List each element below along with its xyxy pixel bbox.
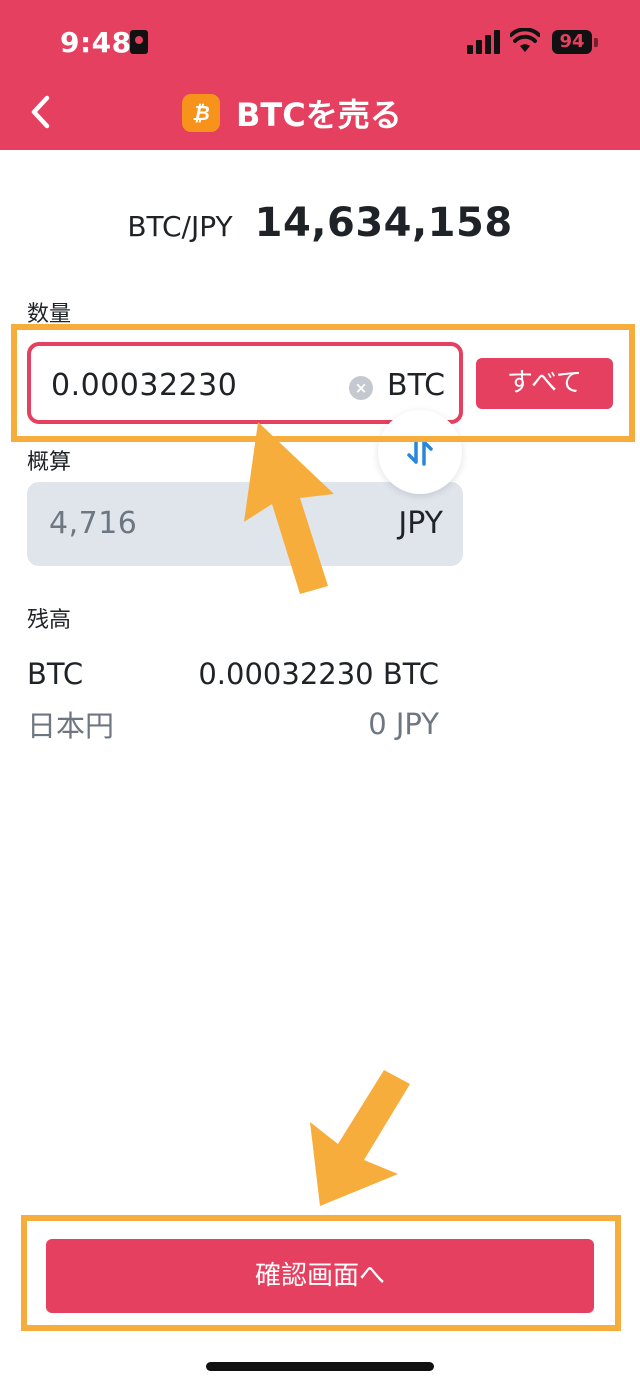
balance-row-btc: BTC 0.00032230 BTC (27, 654, 439, 694)
header-title-group: ₿ BTCを売る (182, 93, 402, 134)
cellular-signal-icon (467, 30, 501, 54)
balance-row-jpy: 日本円 0 JPY (27, 704, 439, 744)
balance-name: 日本円 (27, 709, 115, 743)
estimate-unit: JPY (398, 506, 443, 541)
highlight-box-confirm (21, 1215, 621, 1331)
balance-amount: 0 JPY (368, 707, 439, 741)
battery-icon: 94 (552, 30, 592, 54)
estimate-label: 概算 (27, 450, 72, 475)
balance-name: BTC (27, 657, 84, 691)
balance-amount: 0.00032230 BTC (198, 657, 439, 691)
annotation-arrow-up-icon (244, 422, 334, 594)
rate-display: BTC/JPY 14,634,158 (0, 200, 640, 246)
status-time: 9:48 (60, 26, 132, 59)
wifi-icon (510, 28, 540, 52)
battery-tip (594, 38, 598, 47)
chevron-left-icon (31, 95, 50, 129)
annotation-arrow-down-icon (310, 1070, 410, 1206)
swap-arrows-icon (407, 438, 433, 466)
back-button[interactable] (22, 92, 58, 132)
app-header: 9:48 94 ₿ BTCを売る (0, 0, 640, 150)
balance-label: 残高 (27, 608, 72, 633)
contact-card-icon (130, 30, 148, 54)
estimate-value: 4,716 (49, 506, 138, 541)
home-indicator (206, 1362, 434, 1371)
rate-pair: BTC/JPY (127, 210, 233, 243)
rate-value: 14,634,158 (254, 200, 513, 246)
bitcoin-icon: ₿ (182, 94, 220, 132)
page-title: BTCを売る (236, 96, 402, 134)
